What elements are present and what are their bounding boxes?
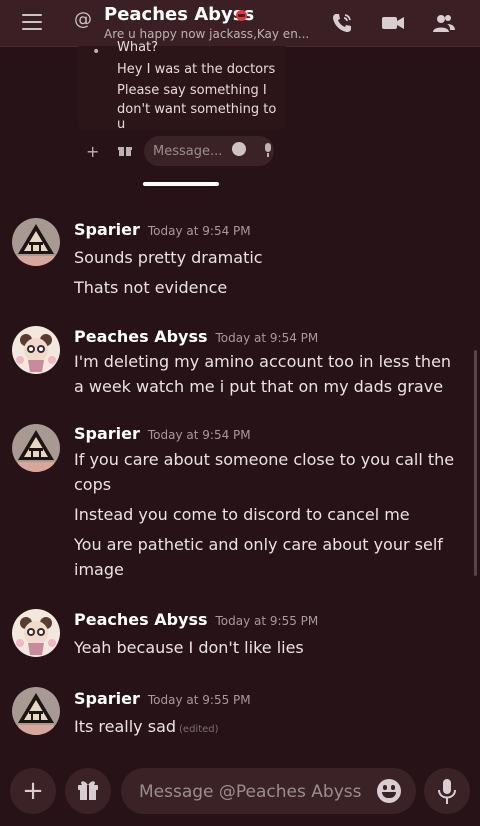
message-text-content: Its really sad xyxy=(74,717,177,736)
microphone-icon xyxy=(438,779,456,804)
plus-icon: + xyxy=(22,776,44,806)
preview-line: Hey I was at the doctors xyxy=(117,62,276,77)
message-text[interactable]: Thats not evidence xyxy=(74,275,458,300)
voice-message-button[interactable] xyxy=(424,768,470,814)
avatar[interactable] xyxy=(12,687,60,735)
message-input[interactable] xyxy=(137,779,371,805)
preview-line: Please say something I xyxy=(117,83,267,98)
dm-subtitle[interactable]: Are u happy now jackass,Kay en... xyxy=(104,27,314,41)
author-name[interactable]: Peaches Abyss xyxy=(74,327,208,346)
dnd-status-icon xyxy=(236,10,247,21)
author-name[interactable]: Sparier xyxy=(74,220,140,239)
message-author[interactable]: Sparier Today at 9:54 PM xyxy=(74,424,251,443)
preview-placeholder: Message... xyxy=(153,144,223,159)
preview-composer: + Message... xyxy=(78,134,288,168)
edited-label: (edited) xyxy=(179,724,219,735)
message-author[interactable]: Peaches Abyss Today at 9:55 PM xyxy=(74,610,318,629)
phone-call-icon[interactable] xyxy=(330,11,354,35)
preview-line: What? xyxy=(117,40,159,55)
message-timestamp: Today at 9:54 PM xyxy=(147,224,251,238)
message-timestamp: Today at 9:54 PM xyxy=(147,428,251,442)
at-icon: @ xyxy=(74,9,92,30)
message-timestamp: Today at 9:54 PM xyxy=(215,331,319,345)
dm-title[interactable]: Peaches Abyss xyxy=(104,4,254,25)
avatar[interactable] xyxy=(12,424,60,472)
gift-icon[interactable] xyxy=(118,144,132,156)
message-author[interactable]: Peaches Abyss Today at 9:54 PM xyxy=(74,327,318,346)
author-name[interactable]: Sparier xyxy=(74,424,140,443)
author-name[interactable]: Sparier xyxy=(74,689,140,708)
gift-button[interactable] xyxy=(65,768,111,814)
chat-header: @ Peaches Abyss Are u happy now jackass,… xyxy=(0,0,480,47)
gift-icon xyxy=(78,781,98,800)
message-composer: + xyxy=(0,758,480,826)
message-text[interactable]: Instead you come to discord to cancel me xyxy=(74,502,458,527)
avatar[interactable] xyxy=(12,326,60,374)
message-timestamp: Today at 9:55 PM xyxy=(147,693,251,707)
plus-icon[interactable]: + xyxy=(86,142,99,161)
message-text[interactable]: If you care about someone close to you c… xyxy=(74,447,458,497)
attach-button[interactable]: + xyxy=(10,768,56,814)
microphone-icon[interactable] xyxy=(264,143,272,157)
message-text[interactable]: I'm deleting my amino account too in les… xyxy=(74,349,458,399)
author-name[interactable]: Peaches Abyss xyxy=(74,610,208,629)
menu-icon[interactable] xyxy=(22,14,42,30)
message-text[interactable]: Sounds pretty dramatic xyxy=(74,245,458,270)
preview-message-input[interactable]: Message... xyxy=(144,136,274,166)
message-author[interactable]: Sparier Today at 9:55 PM xyxy=(74,689,251,708)
message-text[interactable]: You are pathetic and only care about you… xyxy=(74,532,458,582)
preview-line: don't want something to u xyxy=(117,102,277,132)
bullet-icon: • xyxy=(92,44,101,60)
member-list-icon[interactable] xyxy=(432,11,456,35)
avatar[interactable] xyxy=(12,218,60,266)
emoji-icon[interactable] xyxy=(377,779,401,803)
message-author[interactable]: Sparier Today at 9:54 PM xyxy=(74,220,251,239)
message-text[interactable]: Yeah because I don't like lies xyxy=(74,635,458,660)
message-preview: • What? Hey I was at the doctors Please … xyxy=(78,40,286,132)
scrollbar[interactable] xyxy=(474,350,477,576)
home-indicator xyxy=(143,182,219,186)
video-call-icon[interactable] xyxy=(381,11,405,35)
message-input-container xyxy=(121,768,416,814)
message-timestamp: Today at 9:55 PM xyxy=(215,614,319,628)
emoji-icon[interactable] xyxy=(232,142,246,156)
message-text[interactable]: Its really sad (edited) xyxy=(74,714,458,742)
avatar[interactable] xyxy=(12,609,60,657)
